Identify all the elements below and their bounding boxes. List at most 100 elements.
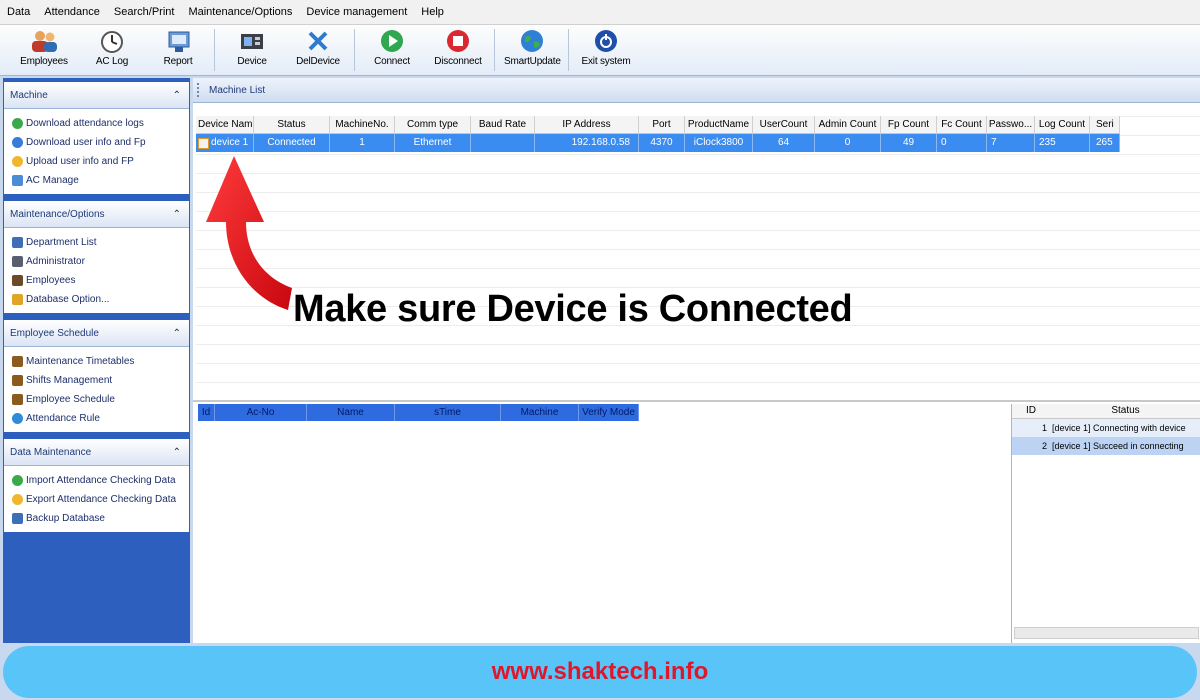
smart-update-button[interactable]: SmartUpdate	[504, 27, 561, 73]
col-log-id[interactable]: ID	[1012, 404, 1050, 418]
sidebar-item-download-user[interactable]: Download user info and Fp	[4, 133, 189, 152]
col-status[interactable]: Status	[254, 116, 330, 133]
col-port[interactable]: Port	[639, 116, 685, 133]
sidebar-item-database-option[interactable]: Database Option...	[4, 290, 189, 309]
col-user-count[interactable]: UserCount	[753, 116, 815, 133]
download-icon	[12, 118, 23, 129]
menu-search-print[interactable]: Search/Print	[107, 6, 182, 18]
section-header[interactable]: Employee Schedule ⌃	[4, 320, 189, 347]
col-password[interactable]: Passwo...	[987, 116, 1035, 133]
ac-log-button[interactable]: AC Log	[84, 27, 140, 73]
col-baud-rate[interactable]: Baud Rate	[471, 116, 535, 133]
col-fp-count[interactable]: Fp Count	[881, 116, 937, 133]
connect-button[interactable]: Connect	[364, 27, 420, 73]
section-header[interactable]: Maintenance/Options ⌃	[4, 201, 189, 228]
col-name[interactable]: Name	[307, 404, 395, 421]
cell-fc-count: 0	[937, 134, 987, 152]
menu-data[interactable]: Data	[0, 6, 37, 18]
collapse-icon[interactable]: ⌃	[173, 447, 181, 458]
sidebar-item-ac-manage[interactable]: AC Manage	[4, 171, 189, 190]
device-icon	[237, 28, 267, 54]
backup-icon	[12, 513, 23, 524]
import-icon	[12, 475, 23, 486]
table-row[interactable]: device 1 Connected 1 Ethernet 192.168.0.…	[196, 134, 1120, 152]
department-icon	[12, 237, 23, 248]
cell-ip-address: 192.168.0.58	[535, 134, 639, 152]
sidebar-item-export-data[interactable]: Export Attendance Checking Data	[4, 490, 189, 509]
report-icon	[163, 28, 193, 54]
sidebar-item-upload-user[interactable]: Upload user info and FP	[4, 152, 189, 171]
cell-fp-count: 49	[881, 134, 937, 152]
horizontal-scrollbar[interactable]	[1014, 627, 1199, 639]
col-log-count[interactable]: Log Count	[1035, 116, 1090, 133]
splitter[interactable]	[193, 400, 1200, 402]
upload-icon	[12, 156, 23, 167]
report-button[interactable]: Report	[150, 27, 206, 73]
sidebar-item-employees[interactable]: Employees	[4, 271, 189, 290]
menu-maintenance-options[interactable]: Maintenance/Options	[181, 6, 299, 18]
sidebar-item-attendance-rule[interactable]: Attendance Rule	[4, 409, 189, 428]
del-device-button[interactable]: DelDevice	[290, 27, 346, 73]
menu-attendance[interactable]: Attendance	[37, 6, 107, 18]
collapse-icon[interactable]: ⌃	[173, 209, 181, 220]
website-url[interactable]: www.shaktech.info	[492, 658, 708, 686]
employees-icon	[12, 275, 23, 286]
menu-bar: Data Attendance Search/Print Maintenance…	[0, 0, 1200, 25]
toolbar-separator	[494, 29, 495, 71]
sidebar-item-shifts-management[interactable]: Shifts Management	[4, 371, 189, 390]
sidebar-section-employee-schedule: Employee Schedule ⌃ Maintenance Timetable…	[4, 320, 189, 432]
sidebar-item-administrator[interactable]: Administrator	[4, 252, 189, 271]
col-ac-no[interactable]: Ac-No	[215, 404, 307, 421]
disconnect-icon	[443, 28, 473, 54]
col-admin-count[interactable]: Admin Count	[815, 116, 881, 133]
website-banner: www.shaktech.info	[3, 646, 1197, 698]
lock-icon	[12, 294, 23, 305]
sidebar-item-employee-schedule[interactable]: Employee Schedule	[4, 390, 189, 409]
col-product-name[interactable]: ProductName	[685, 116, 753, 133]
list-item[interactable]: 1 [device 1] Connecting with device	[1012, 419, 1200, 437]
col-stime[interactable]: sTime	[395, 404, 501, 421]
col-ip-address[interactable]: IP Address	[535, 116, 639, 133]
col-verify-mode[interactable]: Verify Mode	[579, 404, 639, 421]
col-device-name[interactable]: Device Name	[196, 116, 254, 133]
exit-system-button[interactable]: Exit system	[578, 27, 634, 73]
col-fc-count[interactable]: Fc Count	[937, 116, 987, 133]
section-header[interactable]: Data Maintenance ⌃	[4, 439, 189, 466]
cell-product-name: iClock3800	[685, 134, 753, 152]
cell-log-count: 235	[1035, 134, 1090, 152]
sidebar-item-backup-database[interactable]: Backup Database	[4, 509, 189, 528]
col-comm-type[interactable]: Comm type	[395, 116, 471, 133]
device-button[interactable]: Device	[224, 27, 280, 73]
col-serial[interactable]: Seri	[1090, 116, 1120, 133]
disconnect-button[interactable]: Disconnect	[430, 27, 486, 73]
collapse-icon[interactable]: ⌃	[173, 90, 181, 101]
sidebar-item-maintenance-timetables[interactable]: Maintenance Timetables	[4, 352, 189, 371]
col-id[interactable]: Id	[198, 404, 215, 421]
cell-serial: 265	[1090, 134, 1120, 152]
sidebar-item-import-data[interactable]: Import Attendance Checking Data	[4, 471, 189, 490]
col-machine[interactable]: Machine	[501, 404, 579, 421]
shifts-icon	[12, 375, 23, 386]
employees-button[interactable]: Employees	[16, 27, 72, 73]
sidebar-item-department-list[interactable]: Department List	[4, 233, 189, 252]
menu-help[interactable]: Help	[414, 6, 451, 18]
toolbar-separator	[354, 29, 355, 71]
menu-device-management[interactable]: Device management	[299, 6, 414, 18]
globe-icon	[517, 28, 547, 54]
sidebar-item-download-logs[interactable]: Download attendance logs	[4, 114, 189, 133]
status-log-header: ID Status	[1012, 404, 1200, 419]
sidebar: Machine ⌃ Download attendance logs Downlo…	[3, 78, 190, 643]
col-machine-no[interactable]: MachineNo.	[330, 116, 395, 133]
collapse-icon[interactable]: ⌃	[173, 328, 181, 339]
device-connected-icon	[198, 137, 209, 149]
power-icon	[591, 28, 621, 54]
status-log-panel: ID Status 1 [device 1] Connecting with de…	[1011, 404, 1200, 643]
cell-port: 4370	[639, 134, 685, 152]
cell-user-count: 64	[753, 134, 815, 152]
cell-machine-no: 1	[330, 134, 395, 152]
toolbar-separator	[568, 29, 569, 71]
delete-icon	[303, 28, 333, 54]
col-log-status[interactable]: Status	[1050, 404, 1200, 418]
section-header[interactable]: Machine ⌃	[4, 82, 189, 109]
list-item[interactable]: 2 [device 1] Succeed in connecting	[1012, 437, 1200, 455]
